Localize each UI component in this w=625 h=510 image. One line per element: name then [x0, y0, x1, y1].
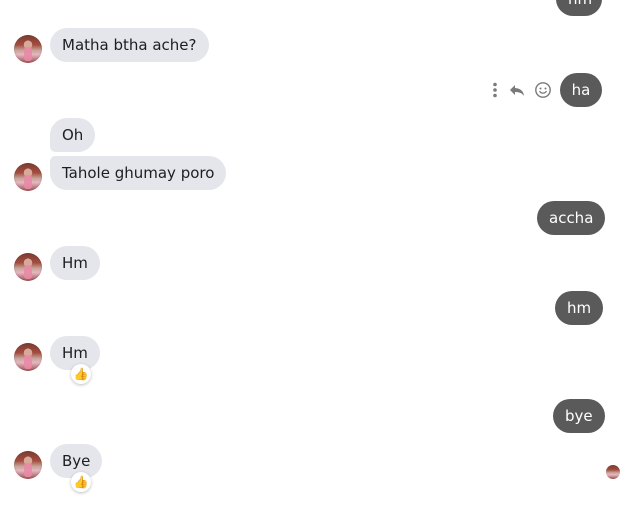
more-vertical-icon[interactable]	[486, 81, 504, 99]
message-text: Oh	[62, 126, 84, 144]
incoming-message[interactable]: Tahole ghumay poro	[50, 156, 227, 190]
message-text: bye	[565, 407, 593, 425]
message-text: hm	[567, 299, 592, 317]
incoming-message[interactable]: Matha btha ache?	[50, 28, 209, 62]
contact-avatar[interactable]	[14, 451, 42, 479]
contact-avatar[interactable]	[14, 343, 42, 371]
contact-avatar[interactable]	[14, 253, 42, 281]
outgoing-message[interactable]: hm	[555, 291, 604, 325]
incoming-message[interactable]: Oh	[50, 118, 96, 152]
message-text: Hm	[62, 254, 88, 272]
emoji-smile-icon[interactable]	[534, 81, 552, 99]
chat-thread: hm Matha btha ache? ha Oh Tahole g	[0, 0, 625, 510]
outgoing-message[interactable]: bye	[553, 399, 605, 433]
outgoing-message-partial[interactable]: hm	[556, 0, 602, 16]
outgoing-message[interactable]: ha	[560, 73, 602, 107]
message-text: Hm	[62, 344, 88, 362]
thumbs-up-reaction-icon[interactable]: 👍	[71, 364, 91, 384]
seen-avatar	[606, 465, 620, 479]
message-text: hm	[568, 0, 592, 8]
incoming-message[interactable]: Hm	[50, 246, 100, 280]
thumbs-up-reaction-icon[interactable]: 👍	[71, 472, 91, 492]
outgoing-message[interactable]: accha	[537, 201, 606, 235]
reply-icon[interactable]	[508, 81, 526, 99]
contact-avatar[interactable]	[14, 35, 42, 63]
message-text: Bye	[62, 452, 91, 470]
contact-avatar[interactable]	[14, 163, 42, 191]
reaction-emoji: 👍	[73, 475, 89, 489]
reaction-emoji: 👍	[73, 367, 89, 381]
message-text: ha	[571, 81, 591, 99]
message-text: accha	[549, 209, 594, 227]
message-text: Tahole ghumay poro	[62, 164, 215, 182]
message-text: Matha btha ache?	[62, 36, 197, 54]
